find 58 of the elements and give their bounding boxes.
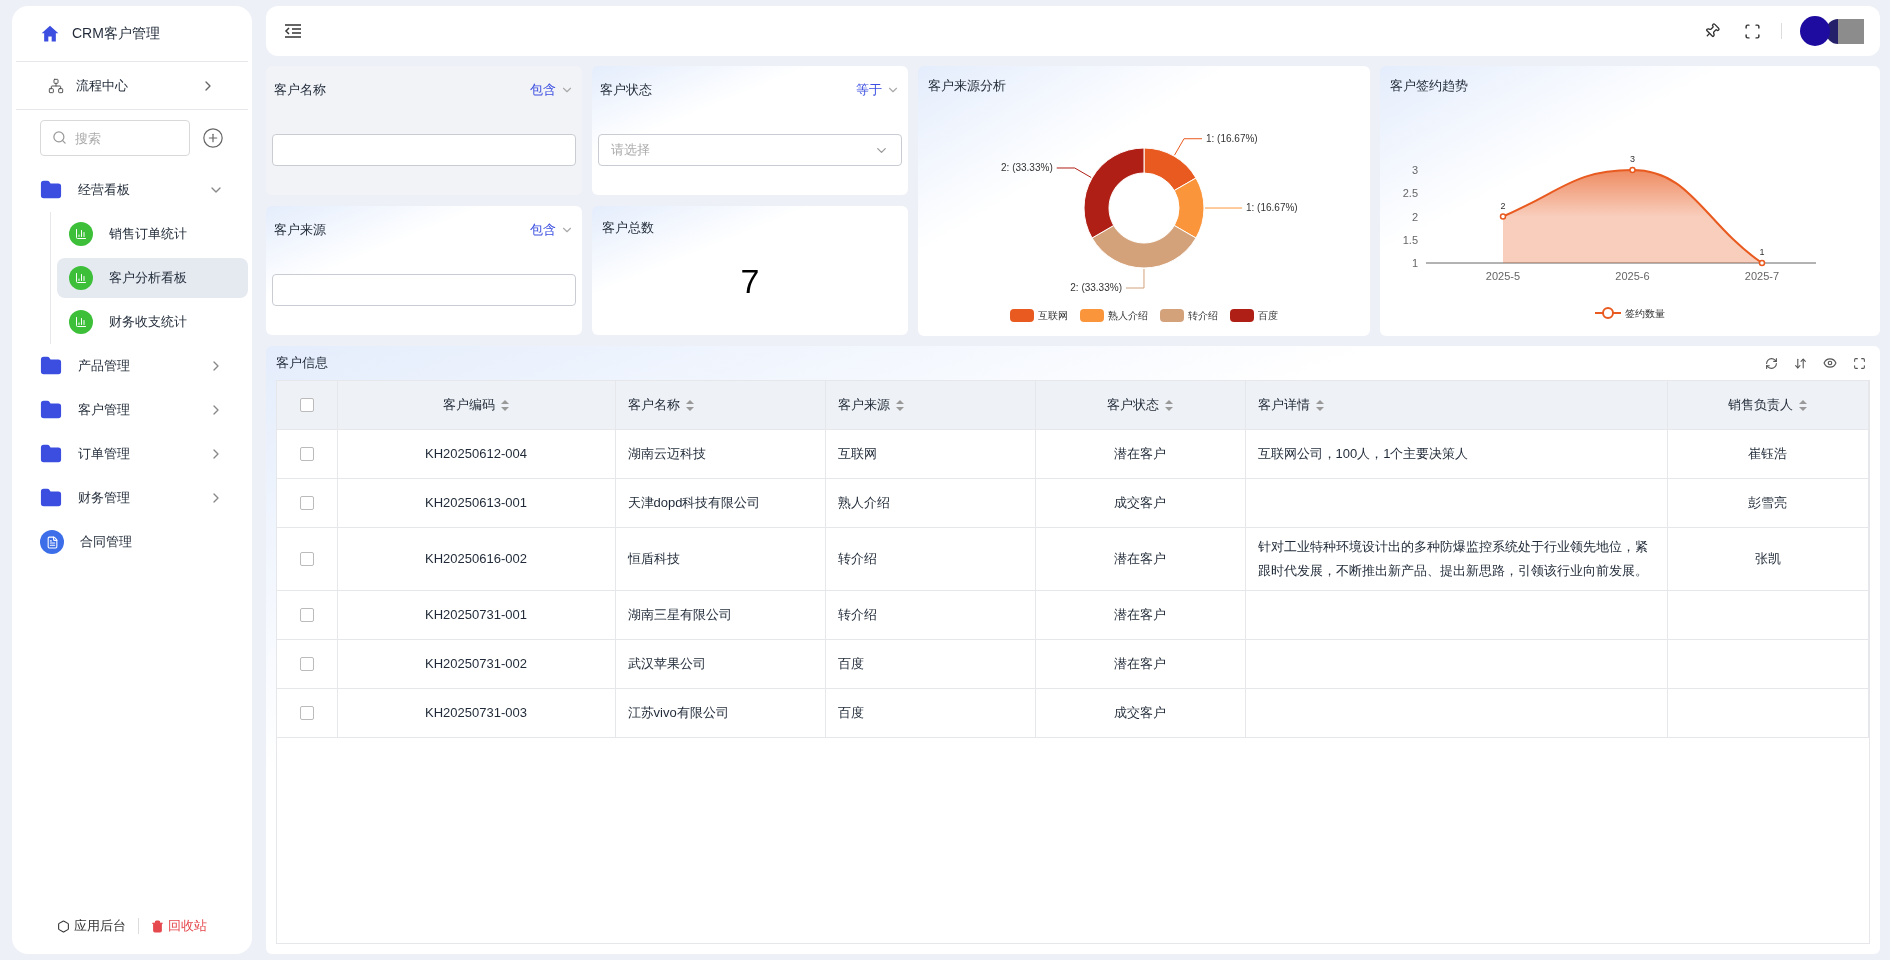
- table-cell: KH20250731-001: [425, 606, 527, 622]
- table-cell: 张凯: [1754, 550, 1781, 566]
- data-label: 1: [1759, 246, 1765, 257]
- legend-label: 签约数量: [1625, 306, 1665, 321]
- table-cell: 天津dopd科技有限公司: [627, 494, 761, 510]
- legend-label: 互联网: [1038, 308, 1068, 323]
- x-tick-label: 2025-5: [1485, 269, 1521, 282]
- table-cell: 潜在客户: [1114, 655, 1166, 671]
- filter-label: 客户来源: [274, 221, 326, 240]
- y-tick-label: 1.5: [1402, 233, 1418, 246]
- data-label: 2: [1500, 200, 1506, 210]
- table-cell: 成交客户: [1114, 494, 1166, 510]
- table-cell: 百度: [837, 704, 864, 720]
- filter-label: 客户状态: [600, 81, 652, 100]
- table-cell: 互联网公司，100人，1个主要决策人: [1257, 445, 1469, 461]
- table-cell: 转介绍: [837, 606, 877, 622]
- table-cell: 潜在客户: [1114, 606, 1166, 622]
- slice-label: 1: (16.67%): [1206, 132, 1258, 144]
- table-cell: 湖南三星有限公司: [627, 606, 732, 622]
- slice-label: 2: (33.33%): [1001, 161, 1053, 173]
- slice-label: 1: (16.67%): [1246, 201, 1298, 213]
- legend-label: 转介绍: [1188, 308, 1218, 323]
- table-cell: 潜在客户: [1114, 445, 1166, 461]
- table-cell: 彭雪亮: [1748, 494, 1788, 510]
- table-cell: 针对工业特种环境设计出的多种防爆监控系统处于行业领先地位，紧跟时代发展，不断推出新产品、提出新思路，引领该行业向前发展。: [1257, 538, 1648, 578]
- table-cell: 武汉苹果公司: [627, 655, 706, 671]
- y-tick-label: 2: [1411, 210, 1418, 222]
- legend-label: 百度: [1258, 308, 1278, 323]
- table-cell: 潜在客户: [1114, 550, 1166, 566]
- y-tick-label: 2.5: [1402, 186, 1418, 199]
- table-cell: 恒盾科技: [627, 550, 680, 566]
- stat-label: 客户总数: [602, 219, 655, 237]
- filter-label: 客户名称: [274, 81, 326, 100]
- x-tick-label: 2025-7: [1744, 269, 1780, 282]
- table-title: 客户信息: [276, 354, 328, 373]
- table-cell: KH20250613-001: [425, 494, 527, 510]
- table-cell: 湖南云迈科技: [627, 445, 706, 461]
- legend-label: 熟人介绍: [1108, 308, 1148, 323]
- table-cell: 百度: [837, 655, 864, 671]
- table-cell: KH20250731-002: [425, 655, 527, 671]
- table-cell: 互联网: [837, 445, 877, 461]
- stat-value: 7: [739, 260, 761, 302]
- x-tick-label: 2025-6: [1615, 269, 1650, 282]
- table-cell: KH20250731-003: [425, 704, 527, 720]
- data-label: 3: [1630, 153, 1635, 164]
- table-cell: 江苏vivo有限公司: [627, 704, 729, 720]
- y-tick-label: 3: [1411, 163, 1418, 176]
- slice-label: 2: (33.33%): [1070, 281, 1122, 293]
- chart-title: 客户签约趋势: [1389, 77, 1469, 95]
- table-cell: KH20250612-004: [425, 445, 527, 461]
- y-tick-label: 1: [1411, 256, 1418, 269]
- table-cell: 成交客户: [1114, 704, 1166, 720]
- table-cell: 崔钰浩: [1748, 445, 1788, 461]
- app-title: CRM客户管理: [72, 24, 160, 43]
- table-cell: 熟人介绍: [837, 494, 890, 510]
- chart-title: 客户来源分析: [927, 77, 1007, 95]
- table-cell: 转介绍: [837, 550, 877, 566]
- table-cell: KH20250616-002: [425, 550, 527, 566]
